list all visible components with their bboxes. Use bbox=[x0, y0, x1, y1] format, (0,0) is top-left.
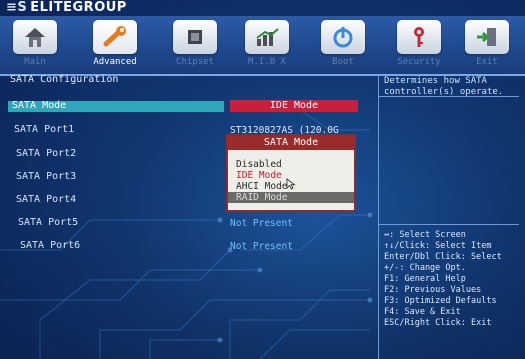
setting-label: SATA Port4 bbox=[16, 194, 77, 205]
tab-advanced[interactable]: Advanced bbox=[88, 20, 142, 70]
tab-label: Chipset bbox=[176, 57, 214, 67]
popup-option-raid[interactable]: RAID Mode bbox=[228, 192, 354, 203]
home-icon bbox=[13, 20, 57, 54]
key-hint: F4: Save & Exit bbox=[384, 307, 461, 317]
chip-icon bbox=[173, 20, 217, 54]
key-hint: ↑↓/Click: Select Item bbox=[384, 241, 492, 251]
popup-option-disabled[interactable]: Disabled bbox=[228, 159, 354, 170]
setting-label: SATA Port3 bbox=[16, 171, 77, 182]
wrench-icon bbox=[93, 20, 137, 54]
sata-mode-popup: SATA Mode Disabled IDE Mode AHCI Mode RA… bbox=[226, 134, 356, 212]
key-hint: F3: Optimized Defaults bbox=[384, 296, 497, 306]
tab-label: Advanced bbox=[93, 57, 137, 67]
help-divider bbox=[379, 224, 519, 225]
setting-label: SATA Port1 bbox=[14, 124, 75, 135]
key-hint: Enter/Dbl Click: Select bbox=[384, 252, 502, 262]
key-hint: +/-: Change Opt. bbox=[384, 263, 466, 273]
sata-port5-value: Not Present bbox=[230, 218, 293, 229]
help-panel: Determines how SATA controller(s) operat… bbox=[378, 74, 519, 359]
brand-logo: ≡S ELITEGROUP bbox=[6, 0, 127, 15]
key-hint: F1: General Help bbox=[384, 274, 466, 284]
sata-port6-value: Not Present bbox=[230, 241, 293, 252]
key-hint: ESC/Right Click: Exit bbox=[384, 318, 492, 328]
help-description: Determines how SATA controller(s) operat… bbox=[384, 76, 504, 97]
popup-title: SATA Mode bbox=[228, 136, 354, 150]
tab-exit[interactable]: Exit bbox=[460, 20, 514, 70]
tab-label: M.I.B X bbox=[248, 57, 286, 67]
help-divider bbox=[379, 96, 519, 97]
brand-name: ELITEGROUP bbox=[30, 0, 127, 15]
sata-mode-value[interactable]: IDE Mode bbox=[230, 100, 358, 112]
setting-label: SATA Port6 bbox=[20, 240, 81, 251]
power-icon bbox=[321, 20, 365, 54]
section-title: SATA Configuration bbox=[10, 74, 119, 85]
tab-label: Boot bbox=[332, 57, 354, 67]
setting-label: SATA Port5 bbox=[18, 217, 79, 228]
setting-label: SATA Port2 bbox=[16, 148, 77, 159]
key-legend: ↔: Select Screen ↑↓/Click: Select Item E… bbox=[384, 230, 519, 329]
tab-chipset[interactable]: Chipset bbox=[168, 20, 222, 70]
key-hint: ↔: Select Screen bbox=[384, 230, 466, 240]
tab-label: Exit bbox=[476, 57, 498, 67]
bios-screen: ≡S ELITEGROUP Main Advanced Chipset M.I.B… bbox=[0, 0, 525, 359]
tab-security[interactable]: Security bbox=[392, 20, 446, 70]
key-icon bbox=[397, 20, 441, 54]
tab-main[interactable]: Main bbox=[8, 20, 62, 70]
setting-label: SATA Mode bbox=[12, 100, 67, 111]
mouse-pointer-icon bbox=[286, 178, 296, 190]
tab-bar: Main Advanced Chipset M.I.B X Boot Secur… bbox=[0, 16, 525, 76]
tab-label: Main bbox=[24, 57, 46, 67]
key-hint: F2: Previous Values bbox=[384, 285, 482, 295]
tab-boot[interactable]: Boot bbox=[316, 20, 370, 70]
chart-icon bbox=[245, 20, 289, 54]
brand-mark: ≡S bbox=[6, 0, 28, 15]
exit-door-icon bbox=[465, 20, 509, 54]
tab-mib-x[interactable]: M.I.B X bbox=[240, 20, 294, 70]
tab-label: Security bbox=[397, 57, 441, 67]
